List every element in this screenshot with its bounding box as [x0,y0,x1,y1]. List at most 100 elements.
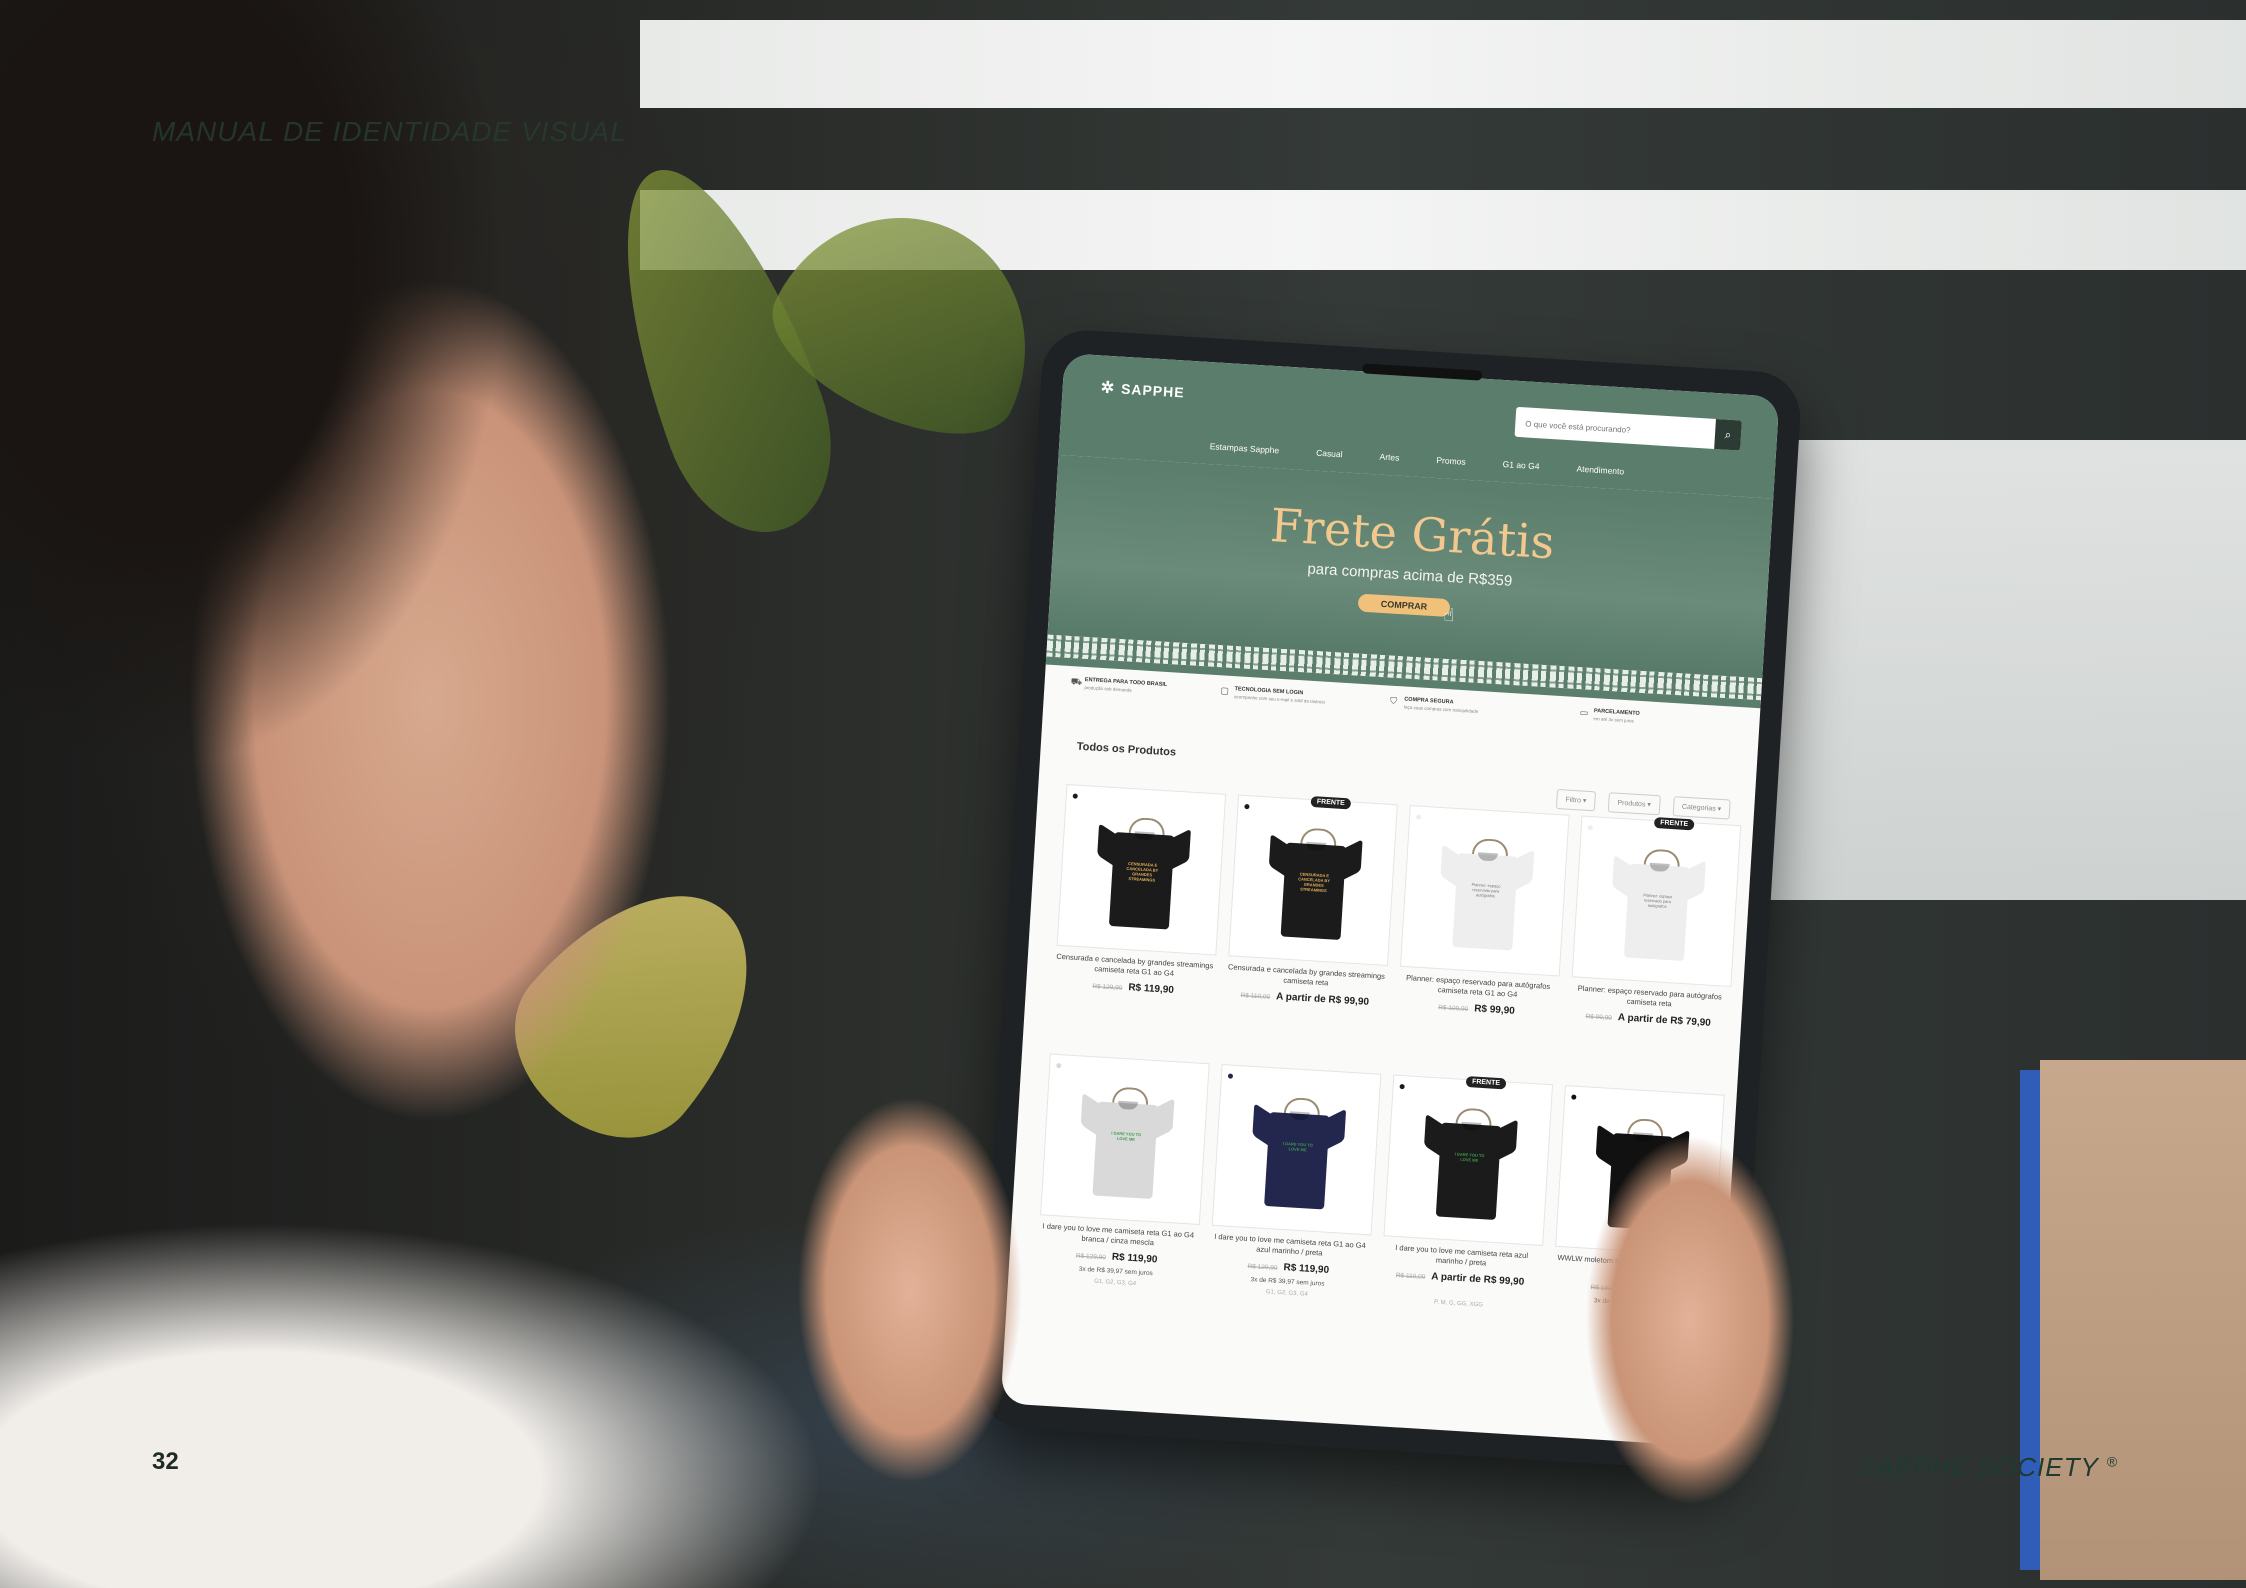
product-name[interactable]: I dare you to love me camiseta reta G1 a… [1210,1232,1369,1262]
search-button[interactable]: ⌕ [1714,419,1742,451]
nav-item-atendimento[interactable]: Atendimento [1576,464,1624,477]
site-logo[interactable]: ✲ SAPPHE [1100,377,1185,402]
product-price: R$ 129,90 R$ 119,90 [1054,978,1212,999]
filter-bar: Filtro ▾ Produtos ▾ Categorias ▾ [1548,786,1731,820]
available-sizes [1396,1027,1554,1037]
document-header: MANUAL DE IDENTIDADE VISUAL [152,116,627,147]
product-name[interactable]: I dare you to love me camiseta reta G1 a… [1039,1221,1198,1251]
front-badge: FRENTE [1653,816,1695,831]
product-card[interactable]: CENSURADA E CANCELADA BY GRANDES STREAMI… [1222,794,1398,1064]
registered-mark: ® [2106,1453,2118,1470]
product-image[interactable]: Planner: espaço reservado para autógrafo… [1571,815,1742,987]
pointer-hand-icon: ☝ [1442,604,1456,627]
shield-icon: ⛉ [1389,695,1398,707]
page-number: 32 [152,1448,179,1475]
product-card[interactable]: Planner: espaço reservado para autógrafo… [1394,805,1570,1074]
shirt-print: I DARE YOU TO LOVE ME [1111,1130,1142,1142]
sapphe-logo-icon: ✲ [1100,379,1116,398]
feature-desc: produção sob demanda [1084,684,1132,693]
color-swatch[interactable] [1415,814,1422,820]
shirt-print: Planner: espaço reservado para autógrafo… [1643,892,1673,909]
nav-item-promos[interactable]: Promos [1436,455,1466,467]
product-name[interactable]: I dare you to love me camiseta reta azul… [1382,1242,1541,1272]
shirt-print: Planner: espaço reservado para autógrafo… [1471,881,1501,899]
shirt-print: CENSURADA E CANCELADA BY GRANDES STREAMI… [1298,871,1331,894]
shirt-print: I DARE YOU TO LOVE ME [1454,1151,1485,1163]
color-swatch[interactable] [1072,793,1078,799]
brand-footer: SAPPHE SOCIETY ® [1858,1452,2118,1483]
product-image[interactable]: I DARE YOU TO LOVE ME FRENTE [1383,1074,1554,1246]
product-name[interactable]: Censurada e cancelada by grandes streami… [1055,952,1214,982]
product-image[interactable]: Planner: espaço reservado para autógrafo… [1399,805,1570,977]
card-icon: ▭ [1579,707,1589,718]
shirt-print: I DARE YOU TO LOVE ME [1282,1140,1313,1153]
nav-item-estampas[interactable]: Estampas Sapphe [1209,441,1279,455]
nav-item-g1-g4[interactable]: G1 ao G4 [1502,459,1539,471]
product-card[interactable]: Planner: espaço reservado para autógrafo… [1566,815,1742,1085]
old-price: R$ 129,90 [1247,1262,1278,1272]
product-price: R$ 99,90 A partir de R$ 79,90 [1569,1009,1727,1030]
product-name[interactable]: Planner: espaço reservado para autógrafo… [1398,973,1557,1003]
categories-dropdown[interactable]: Categorias ▾ [1672,796,1731,820]
current-price: R$ 119,90 [1111,1251,1158,1266]
product-card[interactable]: I DARE YOU TO LOVE ME I dare you to love … [1034,1053,1210,1323]
left-hand [760,1040,1060,1560]
side-table [2040,1060,2246,1580]
tshirt-illustration: CENSURADA E CANCELADA BY GRANDES STREAMI… [1265,826,1364,941]
current-price: R$ 119,90 [1283,1262,1330,1276]
section-title: Todos os Produtos [1076,740,1177,759]
old-price: R$ 99,90 [1585,1013,1613,1022]
color-swatch[interactable] [1587,824,1593,831]
color-swatch[interactable] [1399,1083,1405,1090]
buy-button[interactable]: COMPRAR [1357,593,1451,618]
current-price: A partir de R$ 79,90 [1617,1012,1712,1029]
available-sizes: P, M, G, GG, XGG [1433,1299,1484,1309]
tshirt-illustration: I DARE YOU TO LOVE ME [1248,1095,1347,1210]
window-blind [640,20,2246,108]
product-image[interactable]: CENSURADA E CANCELADA BY GRANDES STREAMI… [1228,794,1398,966]
product-image[interactable]: CENSURADA E CANCELADA BY GRANDES STREAMI… [1056,784,1227,956]
search-input[interactable] [1514,406,1708,451]
filter-dropdown[interactable]: Filtro ▾ [1555,788,1597,812]
nav-item-artes[interactable]: Artes [1379,452,1399,463]
product-price: R$ 110,00 A partir de R$ 99,90 [1381,1268,1539,1289]
tshirt-illustration: I DARE YOU TO LOVE ME [1420,1106,1519,1221]
tshirt-illustration: Planner: espaço reservado para autógrafo… [1608,847,1707,962]
feature-desc: faça suas compras com tranquilidade [1403,704,1479,715]
shirt-print: CENSURADA E CANCELADA BY GRANDES STREAMI… [1126,860,1159,883]
color-swatch[interactable] [1227,1073,1234,1079]
right-hand [1560,1080,1820,1580]
color-swatch[interactable] [1244,803,1250,810]
product-image[interactable]: I DARE YOU TO LOVE ME [1040,1053,1210,1225]
front-badge: FRENTE [1465,1075,1507,1090]
old-price: R$ 110,00 [1240,992,1271,1001]
old-price: R$ 129,90 [1092,982,1123,992]
tshirt-illustration: I DARE YOU TO LOVE ME [1076,1085,1175,1200]
product-price: R$ 110,00 A partir de R$ 99,90 [1226,988,1384,1009]
package-icon: ▢ [1220,685,1230,696]
tshirt-illustration: Planner: espaço reservado para autógrafo… [1436,836,1535,951]
old-price: R$ 110,00 [1395,1272,1426,1281]
old-price: R$ 129,90 [1075,1252,1107,1262]
product-name[interactable]: Censurada e cancelada by grandes streami… [1227,962,1386,992]
current-price: R$ 99,90 [1473,1003,1516,1017]
feature-desc: acompanhe com seu e-mail e sold da rastr… [1233,694,1326,705]
current-price: A partir de R$ 99,90 [1275,991,1370,1008]
nav-item-casual[interactable]: Casual [1316,448,1343,460]
product-name[interactable]: Planner: espaço reservado para autógrafo… [1570,983,1729,1013]
product-card[interactable]: I DARE YOU TO LOVE ME FRENTE I dare you to… [1377,1074,1554,1344]
products-dropdown[interactable]: Produtos ▾ [1607,792,1661,816]
available-sizes [1225,1016,1383,1026]
available-sizes [1568,1037,1726,1047]
search-bar: ⌕ [1514,406,1742,451]
current-price: R$ 119,90 [1128,982,1175,996]
product-card[interactable]: I DARE YOU TO LOVE ME I dare you to love … [1206,1064,1382,1333]
current-price: A partir de R$ 99,90 [1430,1271,1525,1288]
product-price: R$ 109,90 R$ 99,90 [1397,999,1555,1020]
product-image[interactable]: I DARE YOU TO LOVE ME [1211,1064,1382,1236]
tshirt-illustration: CENSURADA E CANCELADA BY GRANDES STREAMI… [1093,815,1192,930]
front-badge: FRENTE [1310,795,1352,810]
product-card[interactable]: CENSURADA E CANCELADA BY GRANDES STREAMI… [1051,784,1227,1053]
search-icon: ⌕ [1724,427,1732,442]
available-sizes [1053,1006,1211,1016]
